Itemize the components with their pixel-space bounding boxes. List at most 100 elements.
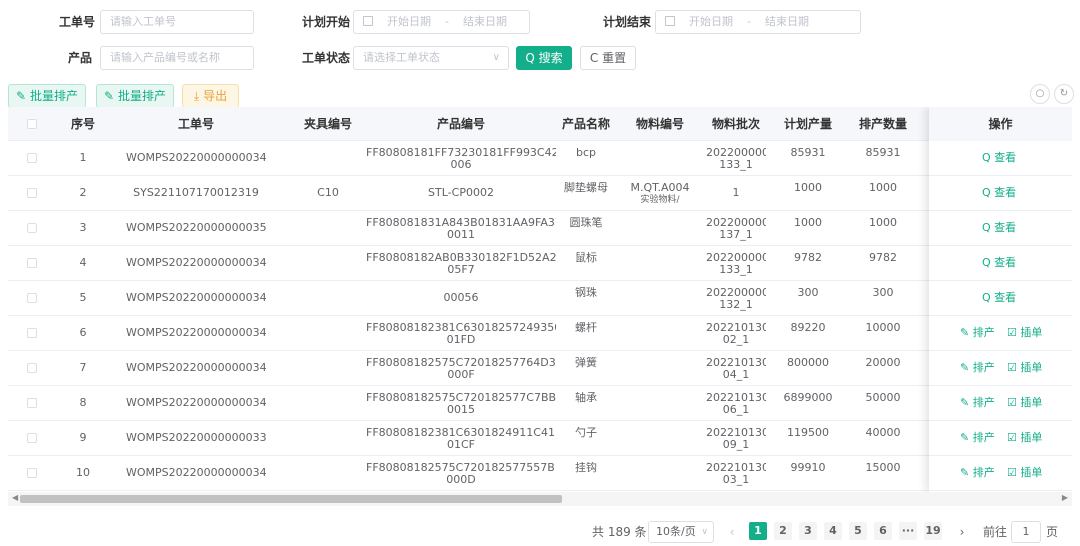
schedule-button[interactable]: ✎ 排产 bbox=[960, 362, 995, 374]
scroll-right-icon[interactable]: ▶ bbox=[1062, 493, 1068, 502]
edit-icon: ✎ bbox=[16, 89, 27, 103]
view-button[interactable]: Q 查看 bbox=[982, 292, 1016, 304]
cell-product-name: 轴承 bbox=[575, 392, 597, 404]
search-toggle-button[interactable]: ○ bbox=[1030, 84, 1050, 104]
refresh-button[interactable]: ↻ bbox=[1054, 84, 1074, 104]
cell-material-batch: 202210130 03_1 bbox=[706, 462, 766, 486]
page-size-select[interactable]: 10条/页 ∨ bbox=[648, 521, 714, 543]
cell-scheduled-qty: 85931 bbox=[865, 147, 901, 159]
cell-planned-qty: 6899000 bbox=[783, 392, 833, 404]
select-all-checkbox[interactable] bbox=[27, 119, 37, 129]
jump-page-input[interactable]: 1 bbox=[1011, 521, 1041, 543]
row-checkbox[interactable] bbox=[27, 398, 37, 408]
header-work-order: 工单号 bbox=[177, 117, 214, 131]
table-row: 6 WOMPS202200000000346 FF80808182381C63018… bbox=[8, 316, 1072, 351]
insert-order-button[interactable]: ☑ 插单 bbox=[1007, 362, 1042, 374]
page-button-6[interactable]: 6 bbox=[874, 522, 892, 540]
prev-page-button[interactable]: ‹ bbox=[724, 521, 740, 543]
scroll-left-icon[interactable]: ◀ bbox=[12, 493, 18, 502]
edit-square-icon: ☑ bbox=[1007, 466, 1017, 479]
batch-schedule-button-1[interactable]: ✎ 批量排产 bbox=[8, 84, 86, 108]
cell-seq: 6 bbox=[79, 327, 87, 339]
ops-row: ✎ 排产 ☑ 插单 bbox=[929, 421, 1072, 456]
edit-square-icon: ☑ bbox=[1007, 396, 1017, 409]
page-button-1[interactable]: 1 bbox=[749, 522, 767, 540]
header-material-code: 物料编号 bbox=[635, 117, 684, 131]
insert-order-button[interactable]: ☑ 插单 bbox=[1007, 397, 1042, 409]
insert-order-button[interactable]: ☑ 插单 bbox=[1007, 327, 1042, 339]
product-input[interactable]: 请输入产品编号或名称 bbox=[100, 46, 254, 70]
ops-column: 操作 Q 查看 Q 查看 Q 查看 Q 查看 Q 查看 ✎ 排产 ☑ 插单 ✎ 排产 ☑ 插单 ✎… bbox=[929, 107, 1072, 492]
cell-product-code: FF80808182381C6301824911C41D 01CF bbox=[366, 427, 556, 451]
horizontal-scrollbar[interactable]: ◀ ▶ bbox=[8, 492, 1072, 506]
cell-product-name: 脚垫螺母 bbox=[564, 182, 608, 194]
schedule-button[interactable]: ✎ 排产 bbox=[960, 397, 995, 409]
page-button-3[interactable]: 3 bbox=[799, 522, 817, 540]
calendar-icon bbox=[665, 16, 675, 26]
view-button[interactable]: Q 查看 bbox=[982, 187, 1016, 199]
cell-planned-qty: 89220 bbox=[790, 322, 826, 334]
page-button-4[interactable]: 4 bbox=[824, 522, 842, 540]
table-row: 5 WOMPS202200000000347 00056 钢珠 202200000 132… bbox=[8, 281, 1072, 316]
cell-material-batch: 202210130 06_1 bbox=[706, 392, 766, 416]
cell-material-batch: 202200000 137_1 bbox=[706, 217, 766, 241]
schedule-button[interactable]: ✎ 排产 bbox=[960, 467, 995, 479]
header-material-batch: 物料批次 bbox=[711, 117, 760, 131]
view-button[interactable]: Q 查看 bbox=[982, 257, 1016, 269]
plan-start-range[interactable]: 开始日期 - 结束日期 bbox=[353, 10, 530, 34]
ops-row: Q 查看 bbox=[929, 176, 1072, 211]
cell-work-order: SYS221107170012319 bbox=[133, 187, 259, 199]
status-select[interactable]: 请选择工单状态 ∨ bbox=[353, 46, 509, 70]
row-checkbox[interactable] bbox=[27, 363, 37, 373]
scrollbar-thumb[interactable] bbox=[20, 495, 562, 503]
status-label: 工单状态 bbox=[302, 51, 351, 65]
cell-planned-qty: 119500 bbox=[787, 427, 829, 439]
page-button-5[interactable]: 5 bbox=[849, 522, 867, 540]
view-button[interactable]: Q 查看 bbox=[982, 152, 1016, 164]
ops-row: Q 查看 bbox=[929, 246, 1072, 281]
cell-product-code: STL-CP0002 bbox=[428, 187, 494, 199]
row-checkbox[interactable] bbox=[27, 258, 37, 268]
row-checkbox[interactable] bbox=[27, 293, 37, 303]
row-checkbox[interactable] bbox=[27, 223, 37, 233]
edit-icon: ✎ bbox=[960, 466, 970, 479]
ops-row: Q 查看 bbox=[929, 281, 1072, 316]
insert-order-button[interactable]: ☑ 插单 bbox=[1007, 467, 1042, 479]
cell-product-name: bcp bbox=[575, 147, 596, 159]
search-button[interactable]: Q 搜索 bbox=[516, 46, 572, 70]
plan-end-range[interactable]: 开始日期 - 结束日期 bbox=[655, 10, 861, 34]
jump-prefix: 前往 bbox=[983, 525, 1008, 539]
cell-work-order: WOMPS202200000000347 bbox=[126, 292, 266, 304]
cell-work-order: WOMPS202200000000348 bbox=[126, 257, 266, 269]
reset-button[interactable]: C 重置 bbox=[580, 46, 636, 70]
cell-work-order: WOMPS202200000000344 bbox=[126, 362, 266, 374]
next-page-button[interactable]: › bbox=[954, 521, 970, 543]
plan-start-label: 计划开始 bbox=[302, 15, 351, 29]
row-checkbox[interactable] bbox=[27, 328, 37, 338]
work-order-input[interactable]: 请输入工单号 bbox=[100, 10, 254, 34]
cell-scheduled-qty: 1000 bbox=[869, 217, 897, 229]
page-ellipsis[interactable]: ··· bbox=[899, 522, 917, 540]
cell-work-order: WOMPS202200000000349 bbox=[126, 152, 266, 164]
export-button[interactable]: ⤓ 导出 bbox=[182, 84, 239, 108]
batch-schedule-button-2[interactable]: ✎ 批量排产 bbox=[96, 84, 174, 108]
cell-product-code: FF80808182575C72018257764D35 000F bbox=[366, 357, 556, 381]
row-checkbox[interactable] bbox=[27, 188, 37, 198]
row-checkbox[interactable] bbox=[27, 433, 37, 443]
page-button-2[interactable]: 2 bbox=[774, 522, 792, 540]
insert-order-button[interactable]: ☑ 插单 bbox=[1007, 432, 1042, 444]
cell-work-order: WOMPS202200000000342 bbox=[126, 397, 266, 409]
cell-product-code: FF80808182381C63018257249350 01FD bbox=[366, 322, 556, 346]
schedule-button[interactable]: ✎ 排产 bbox=[960, 327, 995, 339]
row-checkbox[interactable] bbox=[27, 468, 37, 478]
view-button[interactable]: Q 查看 bbox=[982, 222, 1016, 234]
product-label: 产品 bbox=[68, 51, 93, 65]
cell-seq: 3 bbox=[79, 222, 87, 234]
header-fixture: 夹具编号 bbox=[303, 117, 352, 131]
cell-product-name: 螺杆 bbox=[575, 322, 597, 334]
row-checkbox[interactable] bbox=[27, 153, 37, 163]
page-button-last[interactable]: 19 bbox=[924, 522, 942, 540]
cell-product-code: FF80808182575C720182577C7BBD 0015 bbox=[366, 392, 556, 416]
work-order-label: 工单号 bbox=[59, 15, 96, 29]
schedule-button[interactable]: ✎ 排产 bbox=[960, 432, 995, 444]
